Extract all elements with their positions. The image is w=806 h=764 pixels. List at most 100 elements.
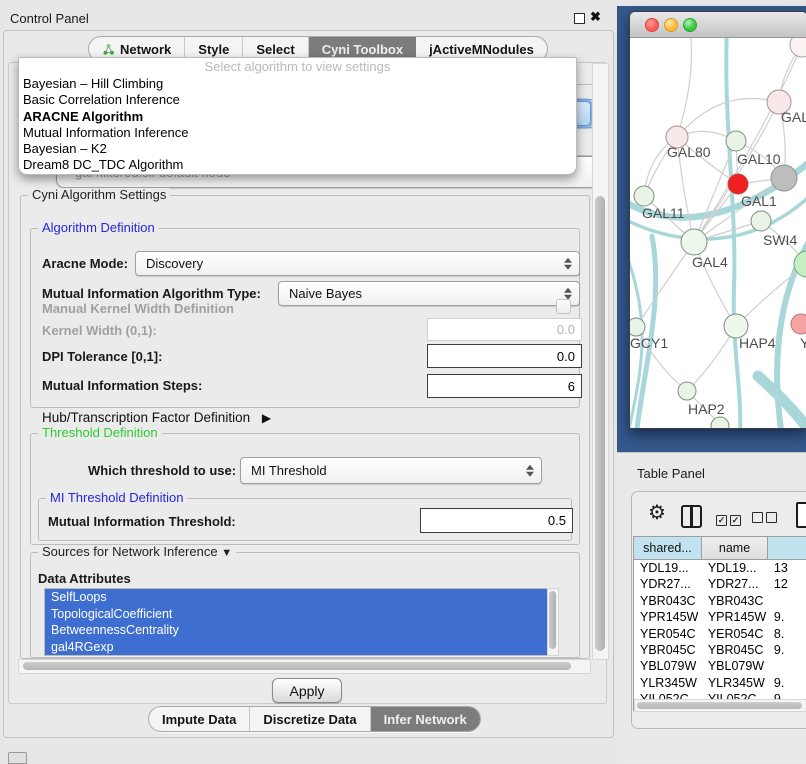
network-canvas[interactable]: GALGAL80GAL10GAL1GAL11SWI4GAL4GCY1HAP4YH…: [630, 38, 806, 428]
column-view-icon[interactable]: [681, 505, 702, 528]
table-cell: YBR043C: [634, 593, 702, 609]
aracne-mode-combo[interactable]: Discovery: [135, 251, 580, 276]
table-cell: YBR045C: [634, 642, 702, 658]
table-horizontal-scrollbar[interactable]: [634, 699, 806, 712]
table-column-header[interactable]: name: [702, 537, 768, 559]
checked-pair-icon[interactable]: ✓✓: [716, 510, 744, 528]
table-cell: 9.: [768, 642, 806, 658]
tab-label: Select: [256, 42, 294, 57]
data-attributes-list[interactable]: SelfLoopsTopologicalCoefficientBetweenne…: [44, 588, 548, 656]
data-attribute-item[interactable]: BetweennessCentrality: [45, 622, 547, 639]
tab-label: Network: [120, 42, 171, 57]
algorithm-definition-title: Algorithm Definition: [38, 221, 159, 235]
dpi-tolerance-field[interactable]: 0.0: [427, 344, 582, 368]
network-node-hap2[interactable]: [678, 382, 696, 400]
table-cell: 8.: [768, 626, 806, 642]
settings-horizontal-scrollbar[interactable]: [18, 659, 591, 674]
tab-discretize-data[interactable]: Discretize Data: [250, 707, 370, 731]
table-cell: [768, 658, 806, 674]
network-node-label: HAP2: [688, 401, 725, 417]
algorithm-popup-item[interactable]: Bayesian – K2: [19, 141, 576, 157]
tab-impute-data[interactable]: Impute Data: [149, 707, 250, 731]
mi-threshold-field[interactable]: 0.5: [420, 508, 573, 533]
network-node-gal10[interactable]: [726, 131, 746, 151]
mi-threshold-label: Mutual Information Threshold:: [48, 514, 236, 529]
network-node-gal1[interactable]: [728, 174, 748, 194]
app-root: { "control_panel": { "title": "Control P…: [0, 0, 806, 762]
minimize-window-icon[interactable]: [664, 18, 678, 32]
table-cell: YDR27...: [634, 576, 702, 592]
combo-spinner-icon: [564, 287, 572, 300]
algorithm-dropdown-popup: Select algorithm to view settings Bayesi…: [18, 57, 577, 175]
mi-steps-label: Mutual Information Steps:: [42, 378, 202, 393]
table-row[interactable]: YPR145WYPR145W9.: [634, 609, 806, 625]
minimized-panel-icon[interactable]: [8, 752, 27, 764]
table-row[interactable]: YDL19...YDL19...13: [634, 560, 806, 576]
network-window[interactable]: GALGAL80GAL10GAL1GAL11SWI4GAL4GCY1HAP4YH…: [629, 11, 806, 429]
aracne-mode-value: Discovery: [146, 256, 203, 271]
sources-group-title[interactable]: Sources for Network Inference ▼: [38, 545, 236, 560]
table-cell: [768, 593, 806, 609]
table-row[interactable]: YBR045CYBR045C9.: [634, 642, 806, 658]
network-node-y[interactable]: [791, 314, 806, 334]
network-node-label: GCY1: [630, 335, 668, 351]
table-row[interactable]: YBR043CYBR043C: [634, 593, 806, 609]
algorithm-popup-item[interactable]: Mutual Information Inference: [19, 125, 576, 141]
unchecked-pair-icon[interactable]: [752, 510, 780, 528]
network-node-gcy1[interactable]: [630, 318, 645, 336]
kernel-width-field[interactable]: 0.0: [427, 318, 582, 341]
float-panel-icon[interactable]: [574, 13, 585, 24]
network-node-gal11[interactable]: [634, 186, 654, 206]
tab-label: Cyni Toolbox: [322, 42, 403, 57]
which-threshold-value: MI Threshold: [251, 463, 327, 478]
network-node-label: GAL11: [642, 205, 685, 221]
close-panel-icon[interactable]: ✖: [590, 9, 601, 25]
network-node-swi4[interactable]: [751, 211, 771, 231]
tab-label: Discretize Data: [263, 712, 356, 727]
algorithm-popup-item[interactable]: Dream8 DC_TDC Algorithm: [19, 157, 576, 173]
network-node[interactable]: [771, 165, 797, 191]
network-node-label: SWI4: [763, 232, 797, 248]
table-cell: 9.: [768, 675, 806, 691]
tab-label: jActiveMNodules: [429, 42, 534, 57]
table-column-header[interactable]: shared...: [634, 537, 702, 559]
data-attributes-label: Data Attributes: [38, 571, 131, 586]
gear-icon[interactable]: ⚙: [648, 503, 666, 523]
manual-kernel-checkbox[interactable]: [556, 299, 571, 314]
table-row[interactable]: YLR345WYLR345W9.: [634, 675, 806, 691]
close-window-icon[interactable]: [645, 18, 659, 32]
tab-infer-network[interactable]: Infer Network: [371, 707, 480, 731]
data-attribute-item[interactable]: gal4RGexp: [45, 639, 547, 656]
mi-steps-field[interactable]: 6: [427, 374, 582, 398]
network-icon: [102, 43, 115, 56]
data-attribute-item[interactable]: TopologicalCoefficient: [45, 606, 547, 623]
table-panel-title: Table Panel: [637, 466, 705, 481]
data-attribute-item[interactable]: SelfLoops: [45, 589, 547, 606]
algorithm-popup-item[interactable]: Basic Correlation Inference: [19, 92, 576, 108]
algorithm-popup-item[interactable]: ARACNE Algorithm: [19, 109, 576, 125]
table-cell: YLR345W: [702, 675, 768, 691]
apply-button[interactable]: Apply: [272, 678, 342, 703]
network-node[interactable]: [711, 417, 729, 428]
attributes-scrollbar[interactable]: [547, 588, 559, 656]
node-table[interactable]: shared...name YDL19...YDL19...13YDR27...…: [633, 536, 806, 711]
algorithm-popup-item[interactable]: Bayesian – Hill Climbing: [19, 76, 576, 92]
mi-type-combo[interactable]: Naive Bayes: [278, 281, 580, 306]
table-column-header[interactable]: [768, 537, 806, 559]
network-window-titlebar[interactable]: [630, 12, 806, 38]
table-row[interactable]: YDR27...YDR27...12: [634, 576, 806, 592]
cyni-settings-title: Cyni Algorithm Settings: [28, 188, 170, 202]
document-icon[interactable]: [796, 502, 806, 528]
settings-vertical-scrollbar[interactable]: [592, 63, 609, 660]
table-row[interactable]: YER054CYER054C8.: [634, 626, 806, 642]
hub-definition-expander[interactable]: Hub/Transcription Factor Definition ▶: [42, 410, 271, 425]
table-cell: 13: [768, 560, 806, 576]
cyni-bottom-tabbar: Impute Data Discretize Data Infer Network: [148, 706, 481, 732]
table-cell: YBR043C: [702, 593, 768, 609]
dpi-tolerance-label: DPI Tolerance [0,1]:: [42, 349, 162, 364]
network-node[interactable]: [790, 38, 806, 57]
zoom-window-icon[interactable]: [683, 18, 697, 32]
table-row[interactable]: YBL079WYBL079W: [634, 658, 806, 674]
which-threshold-combo[interactable]: MI Threshold: [240, 457, 542, 484]
network-node-gal4[interactable]: [681, 229, 707, 255]
